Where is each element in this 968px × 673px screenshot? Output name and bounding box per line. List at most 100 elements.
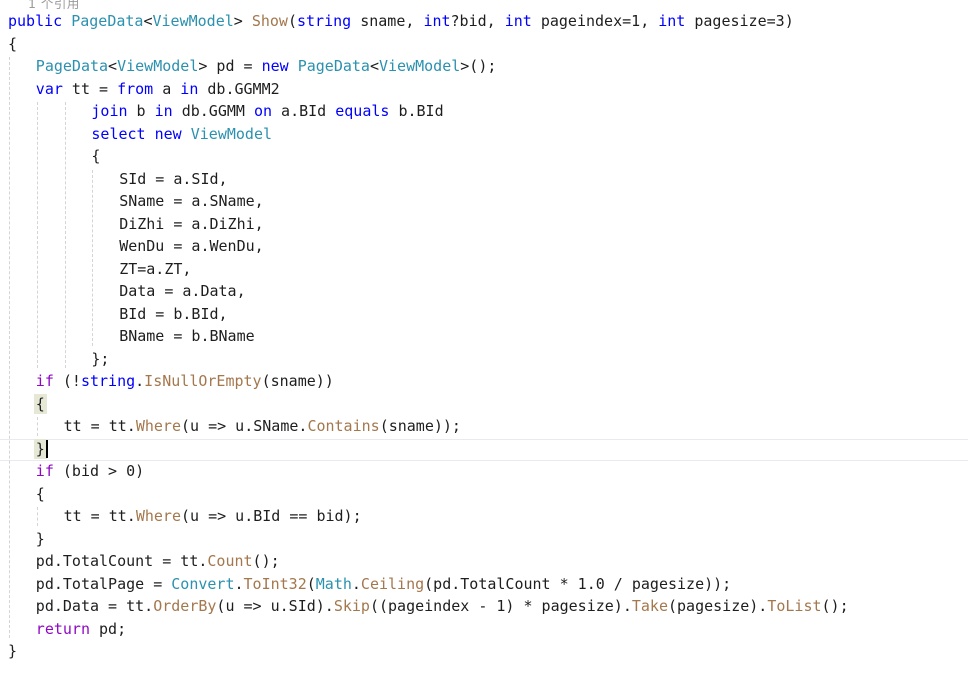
code-line[interactable]: pd.Data = tt.OrderBy(u => u.SId).Skip((p…	[36, 595, 849, 618]
code-token: join	[91, 102, 128, 120]
code-line[interactable]: DiZhi = a.DiZhi,	[119, 213, 264, 236]
code-line[interactable]: WenDu = a.WenDu,	[119, 235, 264, 258]
code-token: int	[504, 12, 532, 30]
indent-guide	[36, 102, 38, 368]
code-token: b.BId	[389, 102, 444, 120]
code-line[interactable]: tt = tt.Where(u => u.SName.Contains(snam…	[64, 415, 461, 438]
code-token: Where	[135, 417, 181, 435]
code-token: ((pageindex -	[369, 597, 497, 615]
code-token: Show	[251, 12, 288, 30]
code-token: return	[35, 619, 90, 638]
code-line[interactable]: Data = a.Data,	[119, 280, 245, 303]
code-token: Ceiling	[360, 574, 425, 593]
code-token: ToList	[767, 597, 822, 615]
indent-guide	[36, 507, 38, 526]
code-line[interactable]: {	[91, 145, 100, 168]
code-token: }	[35, 529, 45, 548]
code-token: (!	[53, 372, 81, 390]
code-token: ViewModel	[117, 57, 199, 75]
code-token: (	[306, 574, 316, 593]
code-token: string	[297, 12, 352, 30]
code-line[interactable]: PageData<ViewModel> pd = new PageData<Vi…	[36, 55, 497, 78]
code-line[interactable]: }	[36, 438, 45, 461]
code-token: <	[143, 12, 153, 30]
code-token: Take	[631, 597, 668, 615]
code-token: ) * pagesize).	[505, 597, 632, 615]
code-token: ();	[821, 597, 849, 615]
code-token: / pagesize));	[604, 574, 732, 593]
code-token: >();	[460, 57, 497, 75]
code-token: BName = b.BName	[119, 327, 255, 345]
code-token: b	[127, 102, 155, 120]
code-line[interactable]: return pd;	[36, 618, 126, 641]
code-line[interactable]: join b in db.GGMM on a.BId equals b.BId	[91, 100, 443, 123]
code-line[interactable]: tt = tt.Where(u => u.BId == bid);	[64, 505, 362, 528]
code-token: BId = b.BId,	[119, 304, 228, 323]
code-line[interactable]: BName = b.BName	[119, 325, 254, 348]
code-token: 1.0	[577, 574, 605, 593]
code-line[interactable]: }	[8, 640, 17, 663]
code-line[interactable]: if (!string.IsNullOrEmpty(sname))	[36, 370, 334, 393]
code-token: }	[35, 439, 45, 458]
code-line[interactable]: pd.TotalPage = Convert.ToInt32(Math.Ceil…	[36, 573, 731, 596]
code-token: int	[658, 12, 686, 30]
code-token: {	[8, 34, 18, 53]
code-token: PageData	[35, 57, 109, 75]
code-token: on	[253, 102, 273, 120]
code-token: var	[35, 79, 63, 98]
current-line-highlight	[0, 438, 968, 461]
indent-guide	[36, 417, 38, 436]
code-token: SName = a.SName,	[119, 192, 264, 210]
code-token: from	[117, 79, 154, 98]
code-token: ,	[640, 12, 659, 30]
code-line[interactable]: select new ViewModel	[91, 123, 272, 146]
code-line[interactable]: ZT=a.ZT,	[119, 258, 191, 281]
code-line[interactable]: {	[36, 393, 45, 416]
code-line[interactable]: {	[8, 33, 17, 56]
code-token: pageindex=	[531, 12, 632, 30]
code-token: Data = a.Data,	[119, 282, 246, 300]
code-line[interactable]: };	[91, 348, 109, 371]
code-line[interactable]: public PageData<ViewModel> Show(string s…	[8, 10, 794, 33]
code-token: (sname))	[261, 372, 334, 390]
code-token: pd;	[89, 619, 127, 638]
code-token: SId = a.SId,	[119, 169, 228, 188]
code-line[interactable]: }	[36, 528, 45, 551]
code-line[interactable]: SId = a.SId,	[119, 168, 227, 191]
code-token: in	[154, 102, 173, 120]
code-token: ZT=a.ZT,	[119, 259, 192, 278]
code-token: string	[80, 372, 136, 390]
code-token: sname,	[351, 12, 424, 30]
code-token: tt = tt.	[63, 417, 136, 435]
code-token: pd.TotalCount = tt.	[35, 552, 208, 570]
code-line[interactable]: if (bid > 0)	[36, 460, 144, 483]
code-token: (bid >	[53, 462, 127, 480]
code-line[interactable]: pd.TotalCount = tt.Count();	[36, 550, 280, 573]
code-token: a.BId	[272, 102, 336, 120]
code-line[interactable]: var tt = from a in db.GGMM2	[36, 78, 280, 101]
code-token: (	[287, 12, 297, 30]
code-token: equals	[335, 102, 390, 120]
code-token: {	[91, 147, 101, 165]
code-token: Skip	[333, 597, 370, 615]
code-token: IsNullOrEmpty	[144, 372, 262, 390]
code-token: 1	[631, 12, 641, 30]
code-token: {	[35, 394, 45, 413]
indent-guide	[9, 57, 10, 638]
code-token: .	[351, 574, 361, 593]
code-token: (u => u.SId).	[216, 597, 334, 615]
code-token: ?bid,	[450, 12, 505, 30]
indent-guide	[64, 102, 66, 368]
code-line[interactable]: BId = b.BId,	[119, 303, 227, 326]
code-line[interactable]: SName = a.SName,	[119, 190, 264, 213]
code-token: PageData	[71, 12, 144, 30]
code-editor-surface[interactable]: 1 个引用 public PageData<ViewModel> Show(st…	[0, 0, 968, 673]
code-token: pd.TotalPage =	[35, 574, 172, 593]
code-token: ViewModel	[378, 57, 461, 75]
code-line[interactable]: {	[36, 483, 45, 506]
code-token: .	[234, 574, 244, 593]
code-token: 3	[775, 12, 785, 30]
